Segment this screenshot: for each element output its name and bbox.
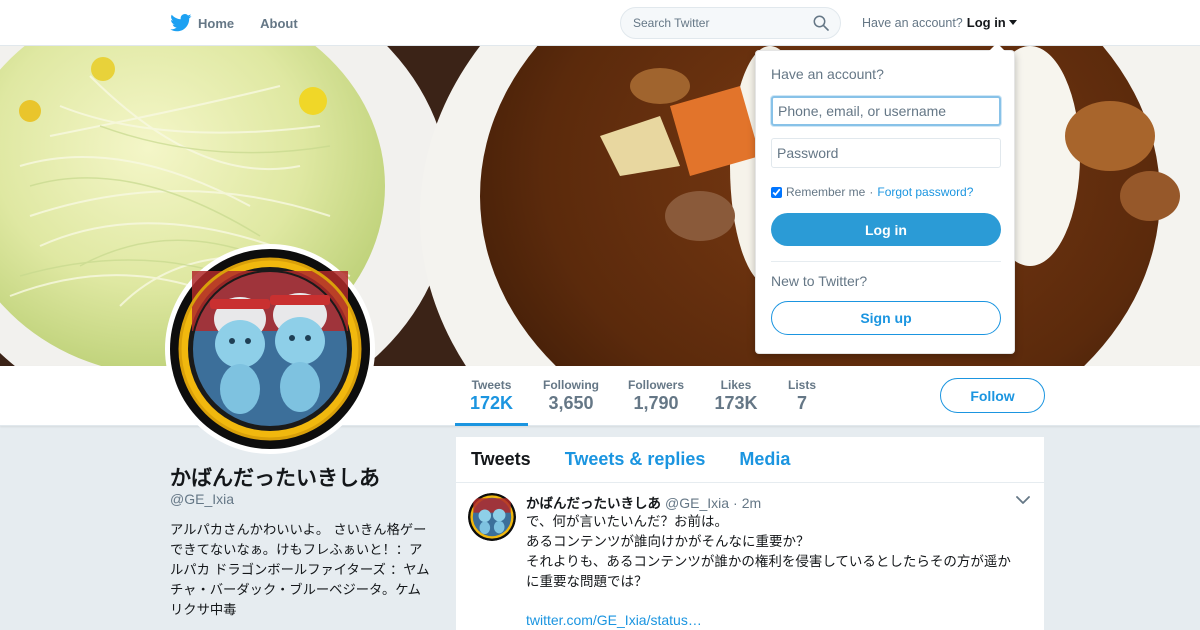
tweet-text: で、何が言いたいんだ？お前は。 あるコンテンツが誰向けかがそんなに重要か？ それ…: [526, 512, 1036, 592]
stat-tweets-label: Tweets: [471, 378, 512, 392]
tweet-avatar-image: [468, 493, 516, 541]
signup-button[interactable]: Sign up: [771, 301, 1001, 335]
caret-down-icon: [1008, 20, 1017, 25]
top-nav-bar: Home About Have an account? Log in: [0, 0, 1200, 46]
timeline: Tweets Tweets & replies Media かばんだったいきしあ…: [456, 437, 1044, 630]
stat-lists-label: Lists: [787, 378, 816, 392]
remember-me-label[interactable]: Remember me: [786, 185, 865, 199]
new-to-twitter-text: New to Twitter?: [771, 273, 868, 289]
nav-about-label: About: [260, 15, 298, 31]
forgot-password-link[interactable]: Forgot password?: [877, 185, 973, 199]
stat-tweets[interactable]: Tweets 172K: [455, 366, 528, 426]
password-field[interactable]: [771, 138, 1001, 168]
stat-followers[interactable]: Followers 1,790: [623, 366, 689, 426]
twitter-bird-icon: [170, 14, 192, 32]
profile-avatar[interactable]: [165, 244, 375, 454]
profile-handle[interactable]: @GE_Ixia: [170, 491, 234, 507]
tweet-text-line: に重要な問題では？: [526, 574, 648, 590]
login-menu-label: Log in: [966, 15, 1006, 30]
stat-likes-label: Likes: [720, 378, 752, 392]
remember-row: Remember me · Forgot password?: [771, 185, 973, 199]
account-prompt: Have an account? Log in: [862, 15, 1017, 30]
tweet-author-name[interactable]: かばんだったいきしあ: [526, 492, 661, 512]
nav-home[interactable]: Home: [170, 14, 234, 32]
tweet-timestamp[interactable]: 2m: [742, 495, 761, 511]
profile-bio: アルパカさんかわいいよ。 さいきん格ゲーできてないなぁ。けもフレふぁいと！：アル…: [170, 523, 430, 618]
tweet-separator: ·: [733, 495, 738, 511]
chevron-down-icon[interactable]: [1016, 495, 1030, 505]
stat-likes-value: 173K: [714, 393, 758, 413]
avatar-image: [170, 249, 370, 449]
stat-following-label: Following: [543, 378, 599, 392]
login-menu-toggle[interactable]: Log in: [967, 15, 1017, 30]
tweet-link[interactable]: twitter.com/GE_Ixia/status…: [526, 612, 702, 628]
tweet-text-line: それよりも、あるコンテンツが誰かの権利を侵害しているとしたらその方が遥か: [526, 554, 1011, 570]
tweet-header: かばんだったいきしあ @GE_Ixia · 2m: [526, 492, 761, 512]
stat-followers-value: 1,790: [633, 393, 679, 413]
timeline-tabs: Tweets Tweets & replies Media: [456, 437, 1044, 483]
nav-about[interactable]: About: [260, 16, 298, 31]
stat-lists-value: 7: [796, 393, 807, 413]
tweet-avatar[interactable]: [468, 493, 516, 541]
tweet-text-line: あるコンテンツが誰向けかがそんなに重要か？: [526, 534, 810, 550]
login-dropdown: Have an account? Remember me · Forgot pa…: [755, 43, 1015, 354]
stat-following-value: 3,650: [548, 393, 594, 413]
search-icon[interactable]: [813, 15, 829, 31]
tweet-author-handle[interactable]: @GE_Ixia: [665, 495, 729, 511]
nav-home-label: Home: [198, 15, 235, 31]
tab-media[interactable]: Media: [739, 449, 790, 470]
login-dropdown-title: Have an account?: [771, 66, 884, 82]
username-field[interactable]: [771, 96, 1001, 126]
profile-name[interactable]: かばんだったいきしあ: [170, 462, 380, 492]
tab-tweets-and-replies[interactable]: Tweets & replies: [565, 449, 706, 470]
tweet[interactable]: かばんだったいきしあ @GE_Ixia · 2m で、何が言いたいんだ？お前は。…: [456, 483, 1044, 630]
login-button[interactable]: Log in: [771, 213, 1001, 246]
stat-following[interactable]: Following 3,650: [538, 366, 604, 426]
remember-me-checkbox[interactable]: [771, 186, 782, 198]
search-input[interactable]: [633, 15, 803, 31]
dropdown-divider: [771, 261, 1001, 262]
nav-left: Home About: [170, 0, 298, 46]
stat-likes[interactable]: Likes 173K: [709, 366, 763, 426]
dropdown-arrow: [989, 43, 1005, 51]
search-box: [620, 7, 841, 39]
stat-lists[interactable]: Lists 7: [783, 366, 821, 426]
tweet-text-line: で、何が言いたいんだ？お前は。: [526, 514, 728, 530]
follow-button[interactable]: Follow: [940, 378, 1045, 413]
stat-tweets-value: 172K: [469, 393, 514, 413]
remember-separator: ·: [869, 185, 874, 199]
account-prompt-text: Have an account?: [862, 15, 963, 30]
stat-followers-label: Followers: [627, 378, 684, 392]
tab-tweets[interactable]: Tweets: [471, 449, 531, 470]
